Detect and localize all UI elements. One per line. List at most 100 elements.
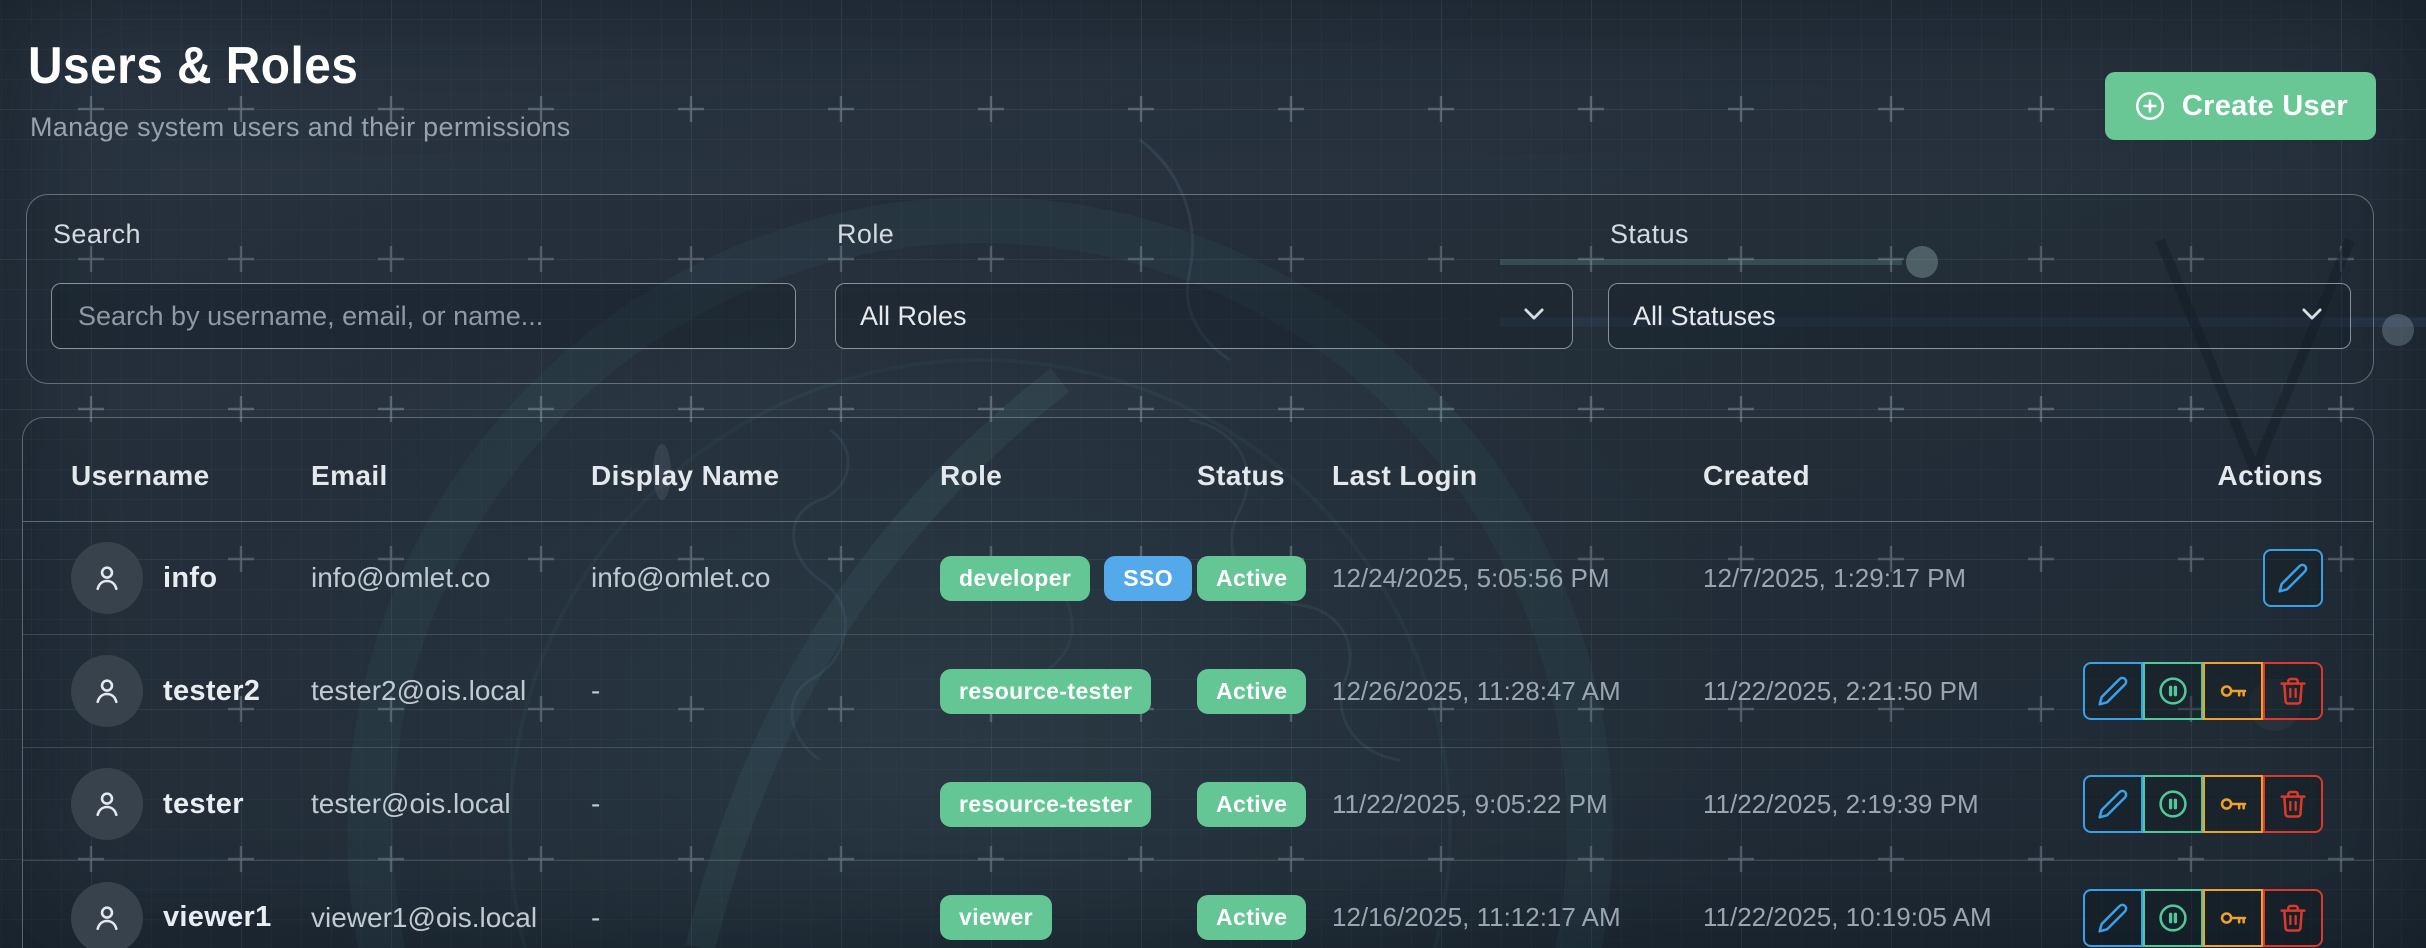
display-name: - [591,788,940,820]
actions-cell [2068,889,2323,947]
trash-icon [2277,788,2309,820]
column-header-last-login: Last Login [1332,460,1703,492]
filters-panel: Search Role All Roles Status All Statuse… [26,194,2374,384]
status-badge: Active [1197,895,1306,940]
status-cell: Active [1197,782,1332,827]
role-badges: resource-tester [940,782,1197,827]
column-header-email: Email [311,460,591,492]
avatar [71,542,143,614]
created: 11/22/2025, 2:21:50 PM [1703,676,2068,707]
reset-password-user-button[interactable] [2203,775,2263,833]
status-badge: Active [1197,556,1306,601]
trash-icon [2277,902,2309,934]
table-row: viewer1 viewer1@ois.local - viewer Activ… [23,861,2373,948]
chevron-down-icon [1520,300,1548,333]
create-user-button[interactable]: Create User [2105,72,2376,140]
email: tester2@ois.local [311,675,591,707]
status-cell: Active [1197,669,1332,714]
status-select-value: All Statuses [1633,301,2286,332]
users-table: UsernameEmailDisplay NameRoleStatusLast … [22,417,2374,948]
edit-user-button[interactable] [2083,662,2143,720]
delete-user-button[interactable] [2263,662,2323,720]
pause-icon [2157,675,2189,707]
delete-user-button[interactable] [2263,775,2323,833]
avatar [71,768,143,840]
table-row: tester2 tester2@ois.local - resource-tes… [23,635,2373,748]
edit-user-button[interactable] [2263,549,2323,607]
role-badges: viewer [940,895,1197,940]
display-name: info@omlet.co [591,562,940,594]
column-header-status: Status [1197,460,1332,492]
column-header-created: Created [1703,460,2068,492]
key-icon [2217,788,2249,820]
status-badge: Active [1197,669,1306,714]
table-row: tester tester@ois.local - resource-teste… [23,748,2373,861]
suspend-user-button[interactable] [2143,889,2203,947]
search-box [51,283,796,349]
page-subtitle: Manage system users and their permission… [30,112,571,143]
status-filter: Status All Statuses [1608,195,2351,383]
display-name: - [591,902,940,934]
last-login: 11/22/2025, 9:05:22 PM [1332,789,1703,820]
status-cell: Active [1197,895,1332,940]
role-badge: developer [940,556,1090,601]
suspend-user-button[interactable] [2143,662,2203,720]
avatar [71,655,143,727]
user-cell: viewer1 [71,882,311,948]
role-badge: viewer [940,895,1052,940]
user-cell: info [71,542,311,614]
delete-user-button[interactable] [2263,889,2323,947]
role-badges: developer SSO [940,556,1197,601]
username: viewer1 [163,901,272,934]
plus-circle-icon [2133,89,2167,123]
last-login: 12/24/2025, 5:05:56 PM [1332,563,1703,594]
table-body: info info@omlet.co info@omlet.co develop… [23,522,2373,948]
status-select[interactable]: All Statuses [1608,283,2351,349]
email: tester@ois.local [311,788,591,820]
column-header-role: Role [940,460,1197,492]
suspend-user-button[interactable] [2143,775,2203,833]
action-button-group [2083,775,2323,833]
status-label: Status [1610,219,1689,250]
search-label: Search [53,219,141,250]
edit-user-button[interactable] [2083,775,2143,833]
action-button-group [2083,889,2323,947]
pencil-icon [2097,902,2129,934]
last-login: 12/26/2025, 11:28:47 AM [1332,676,1703,707]
email: info@omlet.co [311,562,591,594]
pause-icon [2157,788,2189,820]
role-select[interactable]: All Roles [835,283,1573,349]
reset-password-user-button[interactable] [2203,662,2263,720]
action-button-group [2083,662,2323,720]
chevron-down-icon [2298,300,2326,333]
last-login: 12/16/2025, 11:12:17 AM [1332,902,1703,933]
table-header-row: UsernameEmailDisplay NameRoleStatusLast … [23,418,2373,522]
pause-icon [2157,902,2189,934]
pencil-icon [2277,562,2309,594]
role-label: Role [837,219,894,250]
person-icon [89,786,125,822]
created: 12/7/2025, 1:29:17 PM [1703,563,2068,594]
role-badge: resource-tester [940,669,1151,714]
page-title: Users & Roles [28,36,358,96]
users-roles-page: Users & Roles Manage system users and th… [0,0,2426,948]
sso-badge: SSO [1104,556,1192,601]
email: viewer1@ois.local [311,902,591,934]
search-input[interactable] [76,300,771,333]
created: 11/22/2025, 10:19:05 AM [1703,902,2068,933]
reset-password-user-button[interactable] [2203,889,2263,947]
key-icon [2217,675,2249,707]
person-icon [89,560,125,596]
key-icon [2217,902,2249,934]
avatar [71,882,143,948]
column-header-display-name: Display Name [591,460,940,492]
display-name: - [591,675,940,707]
edit-user-button[interactable] [2083,889,2143,947]
column-header-username: Username [71,460,311,492]
username: info [163,562,217,595]
user-cell: tester2 [71,655,311,727]
created: 11/22/2025, 2:19:39 PM [1703,789,2068,820]
role-filter: Role All Roles [835,195,1573,383]
search-filter: Search [51,195,796,383]
column-header-actions: Actions [2068,460,2323,492]
